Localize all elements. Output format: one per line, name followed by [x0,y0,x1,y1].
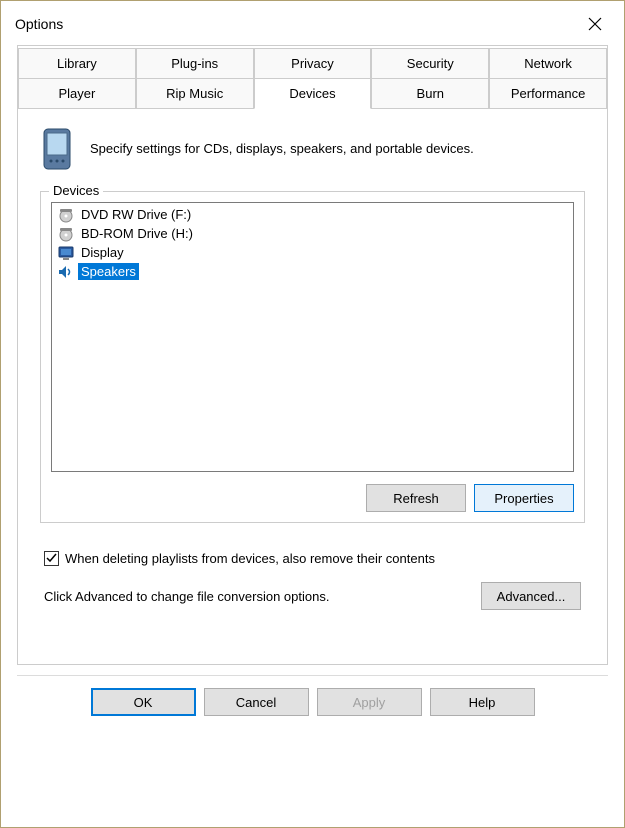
apply-button[interactable]: Apply [317,688,422,716]
tab-library[interactable]: Library [18,48,136,78]
advanced-description: Click Advanced to change file conversion… [44,589,329,604]
monitor-icon [58,245,74,261]
tabs-container: Library Plug-ins Privacy Security Networ… [17,45,608,665]
device-item-dvd[interactable]: DVD RW Drive (F:) [54,205,571,224]
tab-security[interactable]: Security [371,48,489,78]
devices-panel: Specify settings for CDs, displays, spea… [18,109,607,624]
device-list[interactable]: DVD RW Drive (F:) BD-ROM Drive (H:) Disp… [51,202,574,472]
tab-devices[interactable]: Devices [254,78,372,109]
tab-player[interactable]: Player [18,78,136,109]
cancel-button[interactable]: Cancel [204,688,309,716]
tab-privacy[interactable]: Privacy [254,48,372,78]
fieldset-label: Devices [49,183,103,198]
device-item-display[interactable]: Display [54,243,571,262]
pda-icon [40,127,76,171]
help-button[interactable]: Help [430,688,535,716]
tab-plug-ins[interactable]: Plug-ins [136,48,254,78]
refresh-button[interactable]: Refresh [366,484,466,512]
tab-network[interactable]: Network [489,48,607,78]
disc-icon [58,207,74,223]
window-title: Options [15,16,580,32]
checkmark-icon [46,553,57,564]
close-button[interactable] [580,11,610,37]
tab-performance[interactable]: Performance [489,78,607,109]
checkbox-label: When deleting playlists from devices, al… [65,551,435,566]
speaker-icon [58,264,74,280]
device-item-speakers[interactable]: Speakers [54,262,571,281]
delete-contents-checkbox[interactable] [44,551,59,566]
device-label: Display [78,244,127,261]
titlebar: Options [1,1,624,45]
properties-button[interactable]: Properties [474,484,574,512]
panel-description: Specify settings for CDs, displays, spea… [90,141,585,158]
tab-rip-music[interactable]: Rip Music [136,78,254,109]
advanced-button[interactable]: Advanced... [481,582,581,610]
close-icon [588,17,602,31]
device-label: Speakers [78,263,139,280]
device-label: DVD RW Drive (F:) [78,206,194,223]
device-label: BD-ROM Drive (H:) [78,225,196,242]
devices-fieldset: Devices DVD RW Drive (F:) BD-ROM Drive (… [40,191,585,523]
tab-burn[interactable]: Burn [371,78,489,109]
device-item-bdrom[interactable]: BD-ROM Drive (H:) [54,224,571,243]
disc-icon [58,226,74,242]
dialog-buttons: OK Cancel Apply Help [17,675,608,728]
ok-button[interactable]: OK [91,688,196,716]
